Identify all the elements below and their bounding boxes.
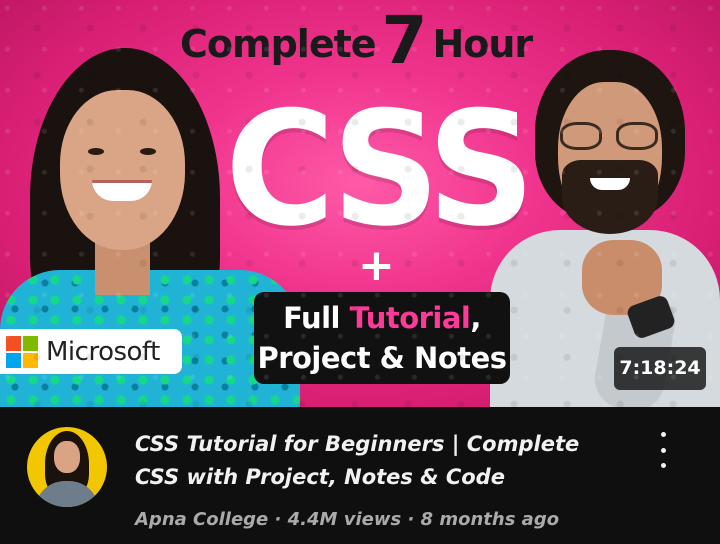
channel-name[interactable]: Apna College	[135, 509, 268, 530]
plus-sign: +	[358, 240, 395, 291]
thumbnail-main-word: CSS	[225, 78, 535, 262]
microsoft-badge: Microsoft	[0, 329, 182, 374]
tutorial-box: Full Tutorial, Project & Notes	[254, 292, 510, 384]
microsoft-badge-text: Microsoft	[46, 336, 160, 367]
video-title-line2: CSS with Project, Notes & Code	[135, 465, 505, 489]
more-vertical-icon[interactable]	[648, 430, 678, 470]
headline-suffix: Hour	[432, 22, 533, 66]
tutorial-box-line2: Project & Notes	[257, 341, 507, 375]
meta-separator: ·	[401, 509, 421, 530]
microsoft-logo-icon	[6, 335, 38, 368]
box-text-tutorial: Tutorial	[349, 301, 471, 335]
upload-age: 8 months ago	[420, 509, 560, 530]
view-count: 4.4M views	[287, 509, 402, 530]
video-thumbnail[interactable]: Complete7 Hour CSS + Full Tutorial, Proje…	[0, 0, 720, 407]
thumbnail-headline: Complete7 Hour	[180, 2, 533, 79]
box-text-full: Full	[283, 301, 350, 335]
video-metadata: Apna College · 4.4M views · 8 months ago	[135, 508, 655, 532]
box-text-comma: ,	[470, 301, 481, 335]
headline-prefix: Complete	[180, 22, 377, 66]
headline-number: 7	[381, 2, 428, 79]
video-duration-badge: 7:18:24	[614, 347, 706, 390]
meta-separator: ·	[268, 509, 288, 530]
video-title-line1: CSS Tutorial for Beginners | Complete	[135, 432, 580, 456]
video-title[interactable]: CSS Tutorial for Beginners | Complete CS…	[135, 428, 615, 494]
channel-avatar[interactable]	[27, 427, 107, 507]
tutorial-box-line1: Full Tutorial,	[254, 298, 510, 338]
